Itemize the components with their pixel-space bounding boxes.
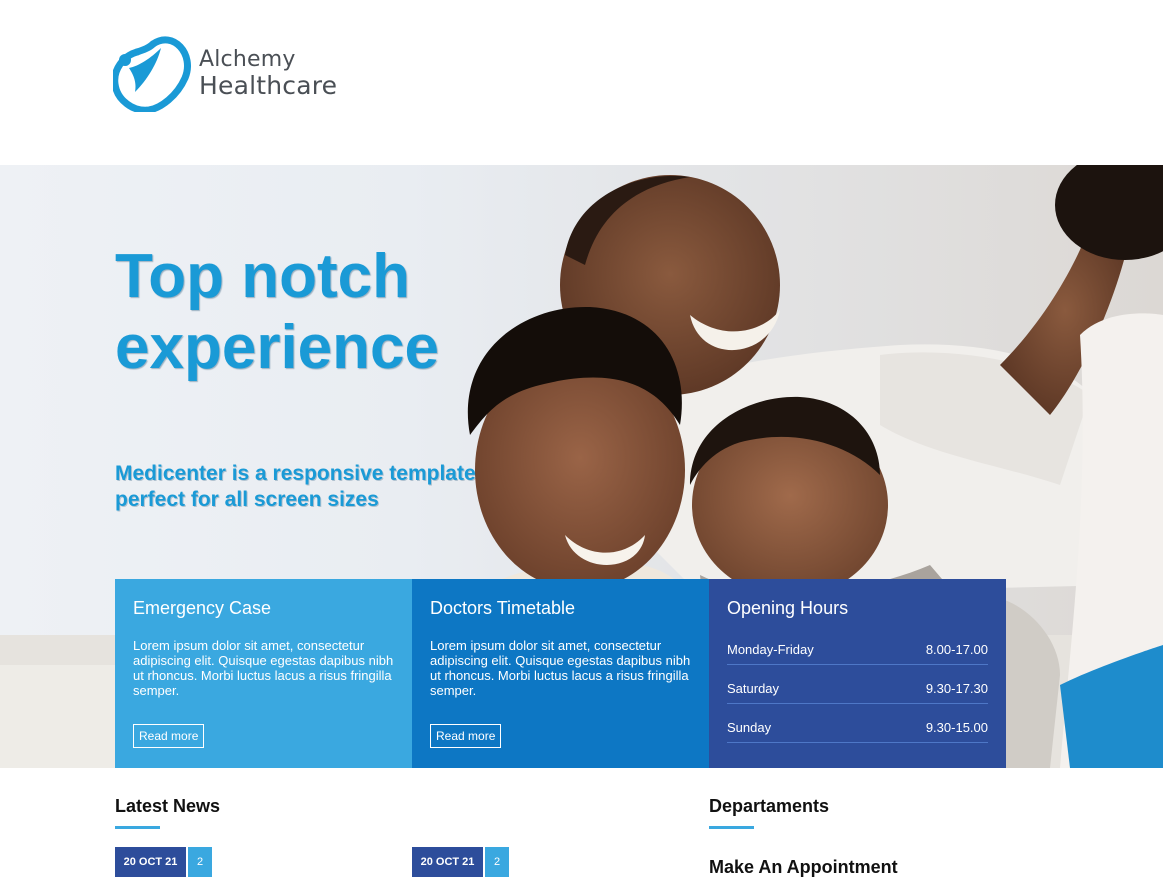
make-appointment-heading: Make An Appointment [709,857,898,877]
read-more-button[interactable]: Read more [133,724,205,748]
hours-day: Monday-Friday [727,642,814,657]
hero-title: Top notch experience [115,242,439,382]
site-logo[interactable]: Alchemy Healthcare [113,34,337,112]
logo-line-2: Healthcare [199,70,338,100]
hours-day: Sunday [727,720,772,735]
box-text: Lorem ipsum dolor sit amet, consectetur … [133,638,394,698]
doctors-timetable-box: Doctors Timetable Lorem ipsum dolor sit … [412,579,709,768]
comment-count[interactable]: 2 [485,847,509,877]
hours-day: Saturday [727,681,780,696]
box-title: Doctors Timetable [430,598,576,618]
box-text: Lorem ipsum dolor sit amet, consectetur … [430,638,691,698]
hours-time: 9.30-17.30 [925,681,988,696]
hours-time: 8.00-17.00 [925,642,988,657]
logo-line-1: Alchemy [199,46,296,72]
opening-hours-box: Opening Hours Monday-Friday 8.00-17.00 S… [709,579,1006,768]
departments-heading: Departaments [709,796,830,816]
opening-hours-list: Monday-Friday 8.00-17.00 Saturday 9.30-1… [727,636,988,743]
departments-underline [709,826,754,829]
box-title: Emergency Case [133,598,272,618]
logo-wordmark: Alchemy Healthcare [199,46,338,100]
hours-time: 9.30-15.00 [925,720,988,735]
news-tag-1: 20 OCT 21 2 [115,847,212,877]
news-tag-2: 20 OCT 21 2 [412,847,509,877]
comment-count[interactable]: 2 [188,847,212,877]
hours-row: Saturday 9.30-17.30 [727,675,988,704]
news-date: 20 OCT 21 [412,847,483,877]
hours-row: Monday-Friday 8.00-17.00 [727,636,988,665]
hero-subtitle: Medicenter is a responsive template perf… [115,462,476,511]
site-header: Alchemy Healthcare [0,0,1163,165]
box-title: Opening Hours [727,598,849,618]
latest-news-underline [115,826,160,829]
latest-news-heading: Latest News [115,796,221,816]
heart-figure-icon [113,36,191,112]
emergency-case-box: Emergency Case Lorem ipsum dolor sit ame… [115,579,412,768]
news-date: 20 OCT 21 [115,847,186,877]
hours-row: Sunday 9.30-15.00 [727,714,988,743]
read-more-button[interactable]: Read more [430,724,502,748]
